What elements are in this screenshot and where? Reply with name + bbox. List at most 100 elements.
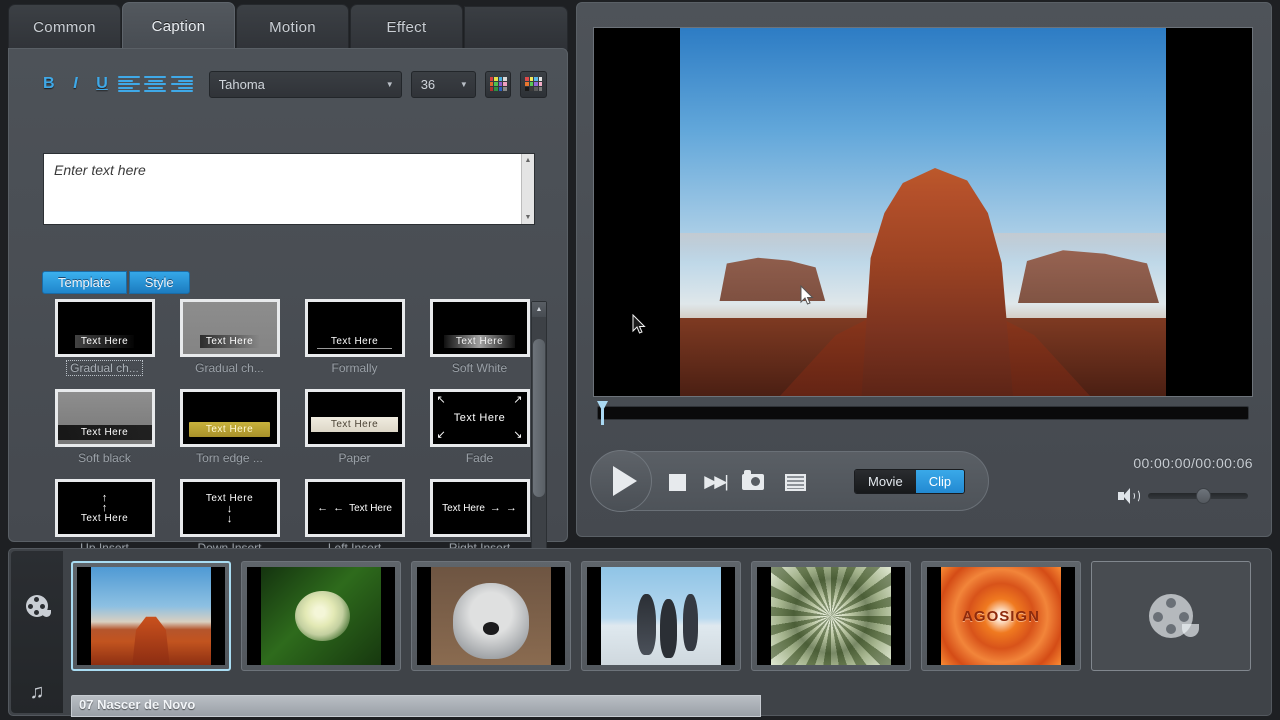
arrow-left-icon: ← — [317, 502, 329, 514]
playhead-handle[interactable] — [597, 401, 608, 425]
tab-motion[interactable]: Motion — [236, 4, 349, 50]
template-thumbnail: Text Here — [179, 389, 280, 447]
template-item[interactable]: Text Here Soft black — [42, 389, 167, 479]
volume-control — [1118, 483, 1253, 509]
text-color-button[interactable] — [484, 70, 512, 98]
align-left-button[interactable] — [117, 71, 141, 97]
preview-scrubber[interactable] — [593, 401, 1253, 425]
storyboard-clip[interactable] — [411, 561, 571, 671]
stop-button[interactable] — [664, 470, 690, 494]
stop-icon — [668, 473, 686, 491]
movie-mode-button[interactable]: Movie — [855, 470, 916, 493]
video-preview[interactable] — [593, 27, 1253, 397]
template-preview-text: Text Here — [199, 335, 260, 348]
pillarbox-right — [1166, 28, 1252, 396]
play-button[interactable] — [590, 450, 652, 512]
arrow-up-left-icon: ↖ — [436, 394, 446, 406]
template-item[interactable]: Text Here Gradual ch... — [167, 299, 292, 389]
clip-mode-button[interactable]: Clip — [915, 470, 965, 493]
tab-effect[interactable]: Effect — [350, 4, 463, 50]
font-size-select[interactable]: 36 ▼ — [410, 70, 476, 98]
filmstrip-button[interactable] — [782, 470, 808, 494]
volume-slider[interactable] — [1148, 488, 1248, 504]
font-family-value: Tahoma — [218, 76, 265, 92]
style-tab-button[interactable]: Style — [128, 271, 190, 294]
caption-text-scrollbar[interactable]: ▲ ▼ — [521, 154, 534, 224]
tab-bar-filler — [464, 6, 568, 50]
storyboard-empty-slot[interactable] — [1091, 561, 1251, 671]
border-color-button[interactable] — [520, 70, 548, 98]
storyboard-clip[interactable]: AGOSIGN — [921, 561, 1081, 671]
text-format-toolbar: B I U Tahoma ▼ 36 ▼ — [37, 67, 548, 101]
storyboard-clip[interactable] — [241, 561, 401, 671]
arrow-left-icon: ← — [333, 502, 345, 514]
tab-common[interactable]: Common — [8, 4, 121, 50]
clip-watermark: AGOSIGN — [962, 607, 1040, 625]
tab-motion-label: Motion — [269, 19, 316, 36]
arrow-down-right-icon: ↘ — [513, 429, 523, 441]
arrow-up-icon: ↑ — [101, 491, 108, 504]
align-right-icon — [170, 76, 193, 92]
scroll-down-icon[interactable]: ▼ — [522, 211, 534, 224]
storyboard-clip[interactable] — [581, 561, 741, 671]
clip-thumbnail — [91, 567, 211, 665]
template-item[interactable]: Text Here Torn edge ... — [167, 389, 292, 479]
tab-effect-label: Effect — [386, 19, 427, 36]
template-item[interactable]: Text Here Soft White — [417, 299, 540, 389]
speaker-volume-icon[interactable] — [1118, 487, 1140, 505]
caption-text-input[interactable]: Enter text here — [44, 154, 521, 224]
volume-slider-thumb[interactable] — [1196, 488, 1211, 504]
next-frame-button[interactable]: ▶▶| — [702, 470, 729, 494]
template-gallery-scrollbar[interactable]: ▲ ▼ — [531, 301, 547, 575]
storyboard-clip[interactable] — [71, 561, 231, 671]
template-label: Torn edge ... — [196, 451, 263, 465]
template-item[interactable]: Text Here Gradual ch... — [42, 299, 167, 389]
template-item[interactable]: ↖ ↗ ↙ ↘ Text Here Fade — [417, 389, 540, 479]
template-thumbnail: Text Here — [304, 299, 405, 357]
tab-caption[interactable]: Caption — [122, 2, 235, 50]
application-window: Common Caption Motion Effect B I U Tahom… — [0, 0, 1280, 720]
tab-bar: Common Caption Motion Effect — [8, 2, 568, 50]
template-thumbnail: Text Here — [54, 299, 155, 357]
align-center-icon — [144, 76, 167, 92]
play-icon — [612, 466, 637, 496]
underline-button[interactable]: U — [90, 71, 114, 97]
template-preview-text: Text Here — [74, 335, 135, 348]
clip-thumbnail: AGOSIGN — [941, 567, 1061, 665]
snapshot-button[interactable] — [740, 470, 766, 494]
align-center-button[interactable] — [143, 71, 167, 97]
template-item[interactable]: Text Here Formally — [292, 299, 417, 389]
template-preview-text: Text Here — [443, 335, 516, 348]
clip-thumbnail — [431, 567, 551, 665]
template-thumbnail: ↑ ↑ Text Here — [54, 479, 155, 537]
scroll-up-icon[interactable]: ▲ — [522, 154, 534, 167]
template-preview-text: Text Here — [453, 412, 506, 424]
template-preview-text: Text Here — [349, 502, 392, 514]
scrubber-track[interactable] — [597, 406, 1249, 420]
audio-track-button[interactable]: ♫ — [11, 681, 63, 704]
template-tab-button[interactable]: Template — [42, 271, 127, 294]
template-label: Formally — [331, 361, 378, 375]
template-thumbnail: Text Here → → — [429, 479, 530, 537]
storyboard-track: AGOSIGN — [71, 561, 1267, 689]
bold-button[interactable]: B — [37, 71, 61, 97]
template-thumbnail: Text Here ↓ ↓ — [179, 479, 280, 537]
template-preview-text: Text Here — [57, 425, 152, 440]
arrow-down-icon: ↓ — [226, 512, 233, 525]
align-right-button[interactable] — [170, 71, 194, 97]
italic-button[interactable]: I — [64, 71, 88, 97]
template-item[interactable]: Text Here Paper — [292, 389, 417, 479]
scrollbar-thumb[interactable] — [533, 339, 545, 497]
caption-text-editor[interactable]: Enter text here ▲ ▼ — [43, 153, 535, 225]
scroll-up-icon[interactable]: ▲ — [532, 302, 546, 317]
video-track-button[interactable] — [11, 595, 63, 617]
template-label: Paper — [338, 451, 371, 465]
font-family-select[interactable]: Tahoma ▼ — [208, 70, 402, 98]
template-label: Fade — [465, 451, 494, 465]
template-thumbnail: Text Here — [304, 389, 405, 447]
template-label: Soft White — [451, 361, 508, 375]
storyboard-clip[interactable] — [751, 561, 911, 671]
template-thumbnail: ← ← Text Here — [304, 479, 405, 537]
text-color-palette-icon — [489, 77, 507, 91]
scrollbar-track[interactable] — [532, 317, 546, 559]
